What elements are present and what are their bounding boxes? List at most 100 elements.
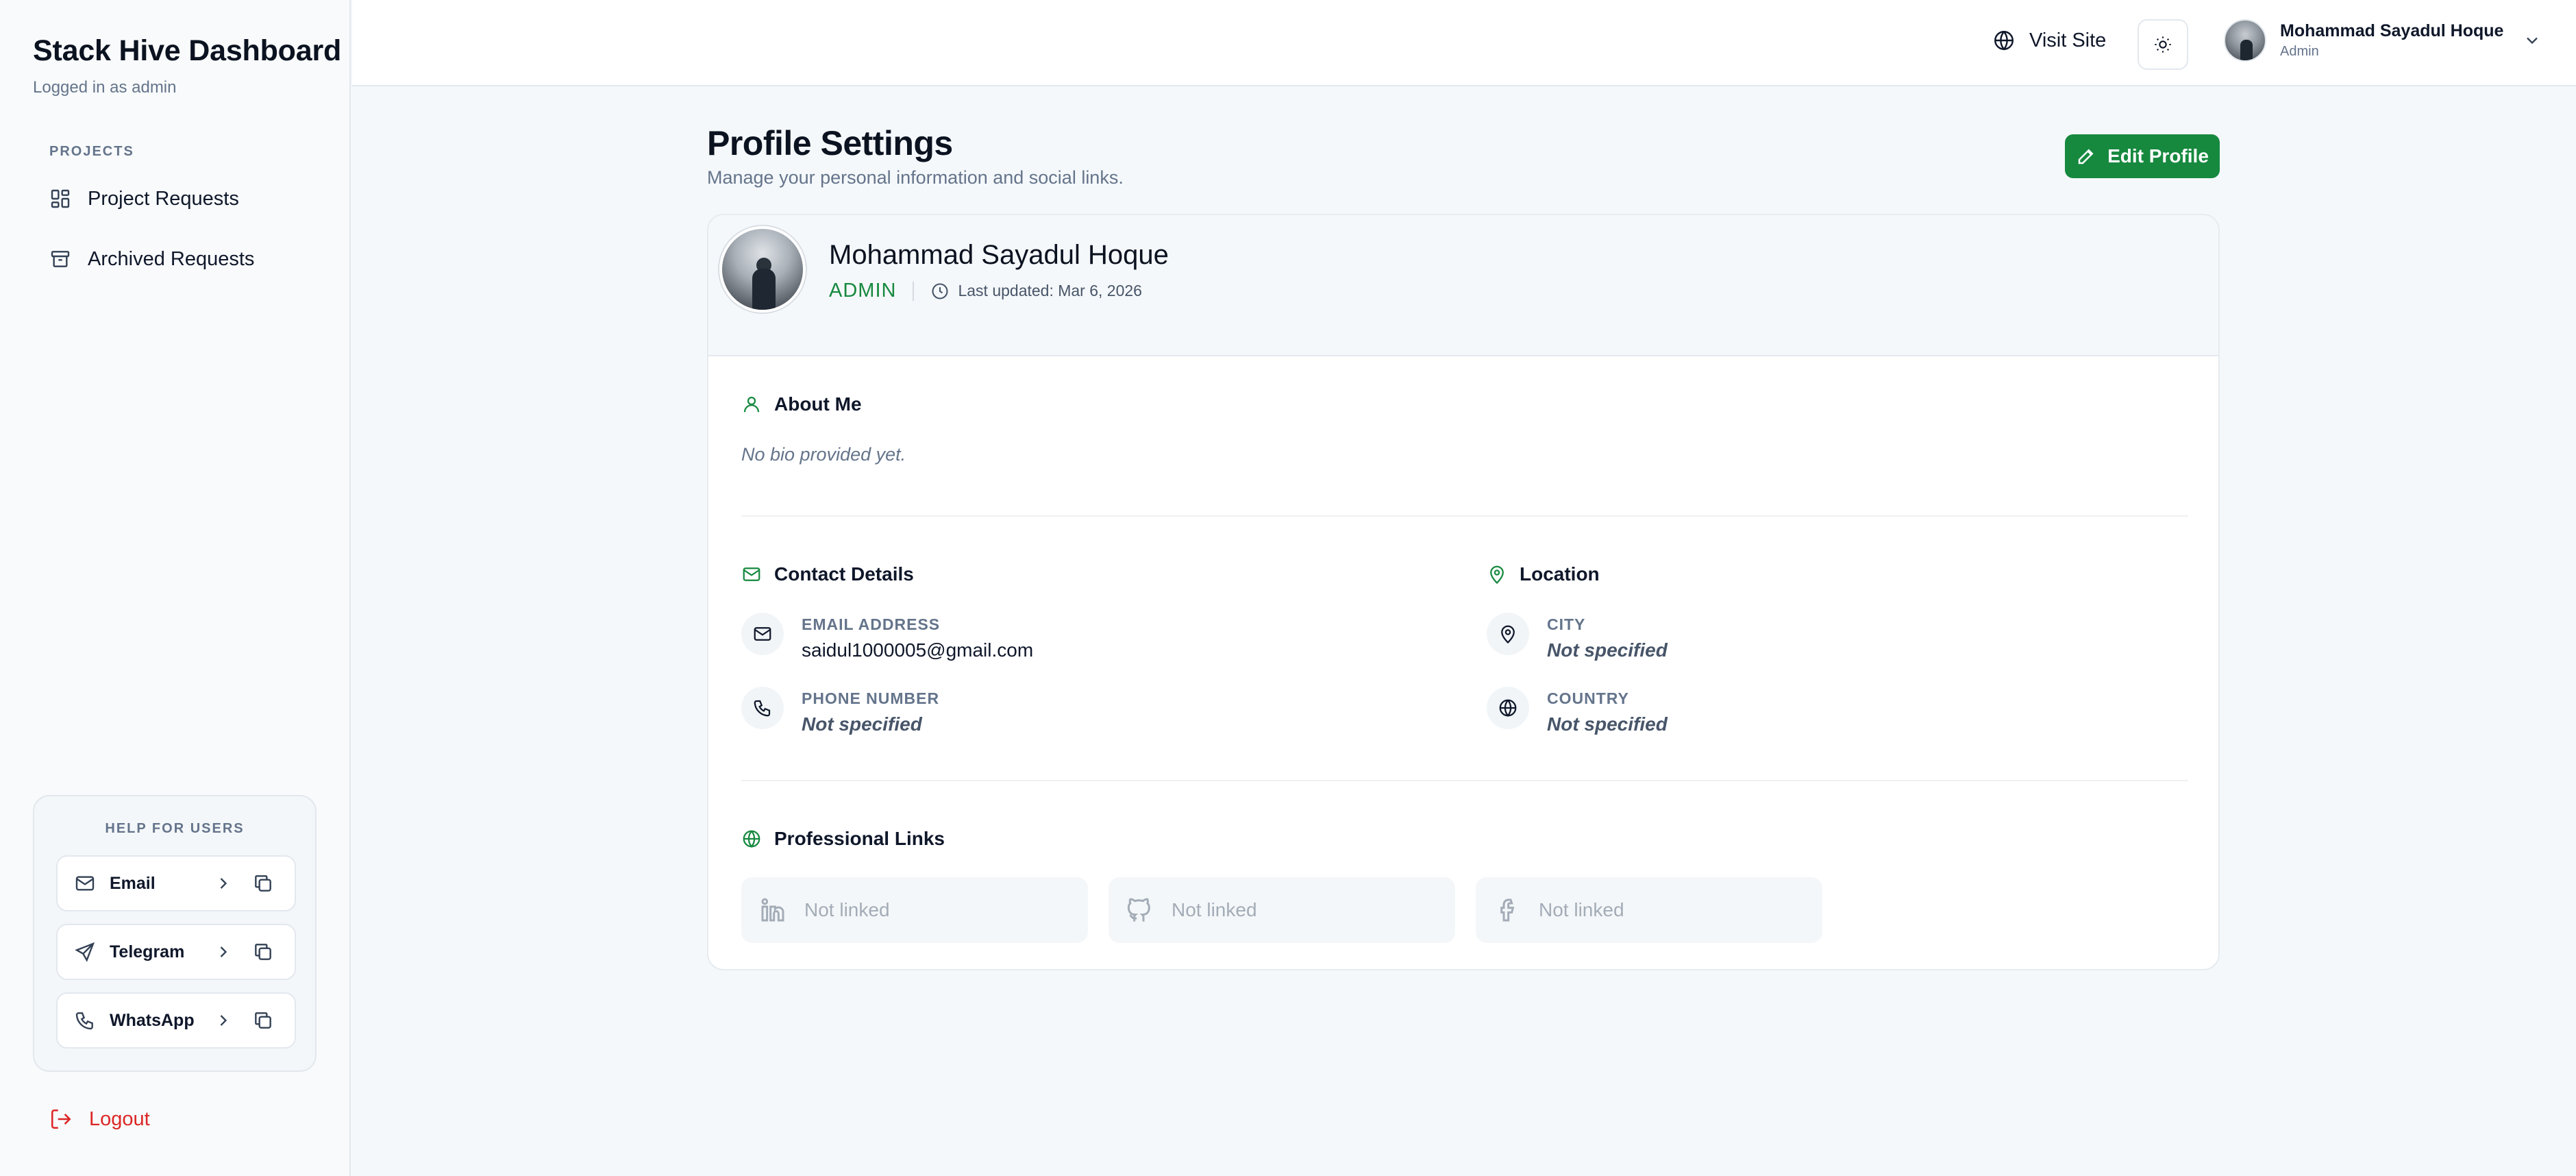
help-whatsapp-row[interactable]: WhatsApp (56, 992, 296, 1049)
help-telegram-row[interactable]: Telegram (56, 924, 296, 980)
sidebar-item-label: Project Requests (88, 187, 239, 210)
edit-profile-button[interactable]: Edit Profile (2065, 134, 2220, 178)
city-text: CITY Not specified (1547, 613, 1668, 661)
copy-icon[interactable] (252, 941, 274, 963)
map-pin-icon (1487, 564, 1507, 585)
help-panel: HELP FOR USERS Email Telegram WhatsApp (33, 795, 317, 1072)
profile-name: Mohammad Sayadul Hoque (829, 240, 1169, 270)
help-row-label: WhatsApp (110, 1010, 195, 1030)
sun-icon (2153, 35, 2172, 54)
copy-icon[interactable] (252, 1009, 274, 1031)
archive-icon (49, 248, 71, 270)
user-menu[interactable]: Mohammad Sayadul Hoque Admin (2224, 19, 2542, 62)
sidebar: Stack Hive Dashboard Logged in as admin … (0, 0, 351, 1176)
help-row-label: Email (110, 873, 156, 893)
section-divider (741, 515, 2188, 517)
country-label: COUNTRY (1547, 689, 1629, 707)
profile-meta: ADMIN Last updated: Mar 6, 2026 (829, 280, 1142, 302)
chevron-right-icon[interactable] (214, 942, 233, 961)
grid-icon (49, 188, 71, 210)
profile-card: Mohammad Sayadul Hoque ADMIN Last update… (707, 214, 2220, 970)
last-updated: Last updated: Mar 6, 2026 (930, 282, 1142, 301)
phone-text: PHONE NUMBER Not specified (802, 687, 939, 735)
profile-header: Mohammad Sayadul Hoque ADMIN Last update… (708, 215, 2218, 356)
github-icon (1126, 896, 1154, 924)
topbar: Visit Site Mohammad Sayadul Hoque Admin (352, 0, 2576, 86)
profile-avatar (719, 226, 806, 313)
visit-site-label: Visit Site (2029, 29, 2107, 51)
mail-icon (74, 872, 96, 894)
contact-heading: Contact Details (741, 563, 914, 585)
phone-icon (741, 687, 784, 729)
city-label: CITY (1547, 615, 1586, 633)
email-value: saidul1000005@gmail.com (802, 639, 1034, 661)
city-field: CITY Not specified (1487, 613, 1668, 661)
logout-button[interactable]: Logout (33, 1097, 150, 1142)
map-pin-icon (1487, 613, 1529, 655)
brand-title: Stack Hive Dashboard (33, 34, 342, 67)
user-info: Mohammad Sayadul Hoque Admin (2280, 21, 2503, 60)
phone-value: Not specified (802, 713, 922, 735)
edit-profile-label: Edit Profile (2107, 145, 2209, 167)
bio-text: No bio provided yet. (741, 444, 906, 465)
visit-site-button[interactable]: Visit Site (1992, 29, 2106, 52)
chevron-down-icon (2523, 31, 2542, 50)
mail-icon (741, 613, 784, 655)
sidebar-item-project-requests[interactable]: Project Requests (33, 174, 318, 223)
pencil-icon (2076, 146, 2096, 167)
mail-icon (741, 564, 762, 585)
globe-icon (1487, 687, 1529, 729)
role-badge: ADMIN (829, 280, 897, 302)
email-label: EMAIL ADDRESS (802, 615, 941, 633)
location-heading-label: Location (1520, 563, 1600, 585)
chevron-right-icon[interactable] (214, 1011, 233, 1030)
help-title: HELP FOR USERS (105, 821, 245, 836)
links-heading: Professional Links (741, 828, 945, 850)
theme-toggle-button[interactable] (2138, 19, 2188, 70)
clock-icon (930, 282, 950, 301)
logged-in-text: Logged in as admin (33, 78, 177, 97)
help-row-label: Telegram (110, 942, 185, 961)
section-divider (741, 780, 2188, 781)
linkedin-icon (759, 896, 787, 924)
country-field: COUNTRY Not specified (1487, 687, 1668, 735)
user-icon (741, 394, 762, 415)
facebook-icon (1494, 896, 1521, 924)
link-status: Not linked (1172, 899, 1257, 920)
page-title: Profile Settings (707, 124, 953, 162)
divider (913, 281, 915, 301)
link-status: Not linked (1539, 899, 1624, 920)
sidebar-item-archived-requests[interactable]: Archived Requests (33, 234, 318, 284)
country-value: Not specified (1547, 713, 1668, 735)
send-icon (74, 941, 96, 963)
location-heading: Location (1487, 563, 1600, 585)
github-link[interactable]: Not linked (1109, 877, 1455, 943)
avatar-figure-body (752, 269, 776, 310)
user-name: Mohammad Sayadul Hoque (2280, 21, 2504, 40)
about-heading: About Me (741, 393, 862, 415)
contact-heading-label: Contact Details (774, 563, 914, 585)
phone-icon (74, 1009, 96, 1031)
email-field: EMAIL ADDRESS saidul1000005@gmail.com (741, 613, 1033, 661)
sidebar-item-label: Archived Requests (88, 247, 255, 270)
city-value: Not specified (1547, 639, 1668, 661)
facebook-link[interactable]: Not linked (1476, 877, 1822, 943)
last-updated-text: Last updated: Mar 6, 2026 (958, 282, 1142, 299)
help-email-row[interactable]: Email (56, 855, 296, 911)
avatar (2224, 19, 2266, 62)
link-status: Not linked (804, 899, 890, 920)
page-subtitle: Manage your personal information and soc… (707, 167, 1124, 188)
copy-icon[interactable] (252, 872, 274, 894)
globe-icon (1992, 29, 2016, 52)
logout-icon (49, 1107, 73, 1131)
country-text: COUNTRY Not specified (1547, 687, 1668, 735)
about-heading-label: About Me (774, 393, 862, 415)
globe-icon (741, 829, 762, 849)
phone-field: PHONE NUMBER Not specified (741, 687, 939, 735)
links-heading-label: Professional Links (774, 828, 945, 849)
linkedin-link[interactable]: Not linked (741, 877, 1088, 943)
projects-section-label: PROJECTS (49, 144, 134, 159)
email-text: EMAIL ADDRESS saidul1000005@gmail.com (802, 613, 1033, 661)
user-role: Admin (2280, 44, 2319, 59)
chevron-right-icon[interactable] (214, 874, 233, 893)
